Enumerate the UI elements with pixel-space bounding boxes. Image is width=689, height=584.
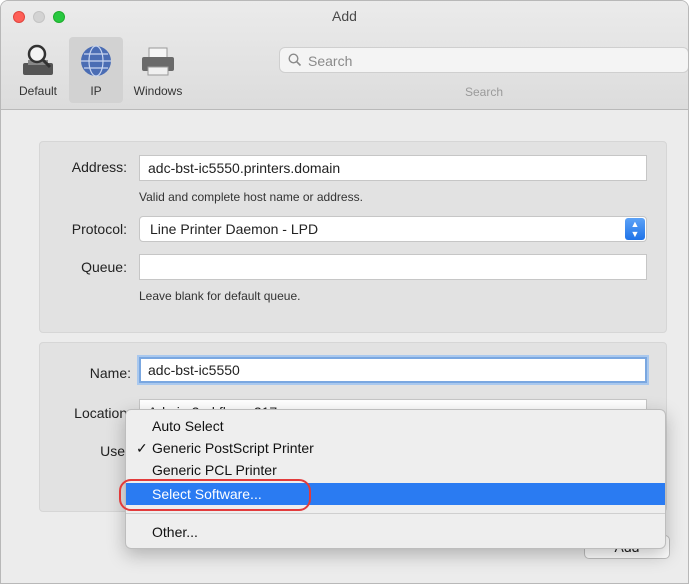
tab-windows-label: Windows [133,84,183,98]
protocol-select[interactable]: Line Printer Daemon - LPD ▲ ▼ [139,216,647,242]
tab-default[interactable]: Default [9,37,67,103]
name-field[interactable]: adc-bst-ic5550 [139,357,647,383]
highlight-annotation [119,479,311,511]
magnifier-printer-icon [23,44,53,75]
queue-label: Queue: [81,259,127,275]
search-placeholder: Search [308,53,353,69]
tab-ip-label: IP [90,84,102,98]
menu-item-label: Other... [152,524,198,540]
window-title: Add [332,8,357,24]
use-label: Use [100,443,125,459]
menu-item-label: Auto Select [152,418,224,434]
protocol-value: Line Printer Daemon - LPD [150,221,319,237]
checkmark-icon: ✓ [136,440,148,456]
name-label: Name: [89,365,131,381]
menu-item-label: Generic PostScript Printer [152,440,314,456]
menu-item-generic-postscript[interactable]: ✓ Generic PostScript Printer [126,437,665,459]
queue-hint: Leave blank for default queue. [139,289,301,303]
location-label: Location: [74,405,131,421]
updown-chevron-icon: ▲▼ [625,218,645,240]
menu-separator [126,513,665,514]
search-icon [288,53,302,67]
menu-item-other[interactable]: Other... [126,521,665,543]
menu-item-label: Generic PCL Printer [152,462,277,478]
protocol-label: Protocol: [71,221,127,237]
address-label: Address: [71,159,127,175]
printer-icon [142,47,174,76]
menu-item-generic-pcl[interactable]: Generic PCL Printer [126,459,665,481]
add-printer-window: Add Default IP Windows Search Search Add… [0,0,689,584]
tab-default-label: Default [18,84,58,98]
address-field[interactable]: adc-bst-ic5550.printers.domain [139,155,647,181]
search-field[interactable]: Search [279,47,688,73]
globe-icon [81,45,111,77]
tab-windows[interactable]: Windows [125,37,191,103]
menu-item-auto-select[interactable]: Auto Select [126,415,665,437]
queue-field[interactable] [139,254,647,280]
toolbar: Add Default IP Windows Search Search [1,1,688,110]
tab-ip[interactable]: IP [69,37,123,103]
address-hint: Valid and complete host name or address. [139,190,363,204]
search-caption: Search [464,85,504,99]
